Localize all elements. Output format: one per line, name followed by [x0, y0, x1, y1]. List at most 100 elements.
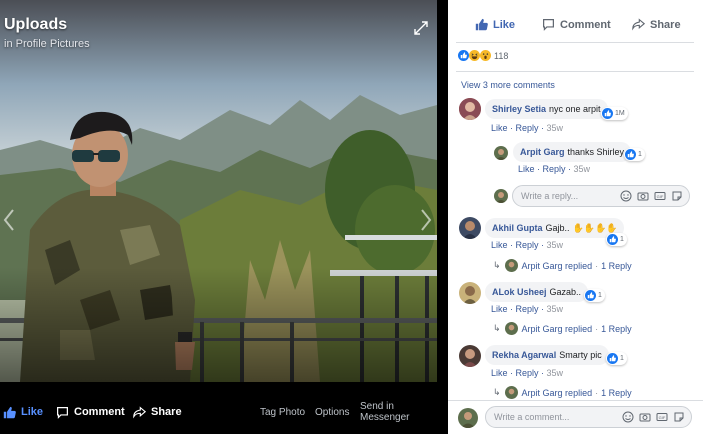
photo-album-subtitle[interactable]: in Profile Pictures — [4, 38, 90, 50]
reply-count-link[interactable]: 1 Reply — [601, 324, 632, 334]
photo[interactable] — [0, 0, 437, 382]
reply-count-link[interactable]: 1 Reply — [601, 388, 632, 398]
comment-like-link[interactable]: Like — [491, 123, 508, 133]
like-reaction-icon — [607, 234, 618, 245]
comment-timestamp[interactable]: 35w — [547, 368, 564, 378]
commenter-name[interactable]: Akhil Gupta — [492, 223, 543, 233]
reply-count-link[interactable]: 1 Reply — [601, 261, 632, 271]
sticker-icon[interactable] — [673, 411, 685, 423]
avatar — [458, 408, 478, 428]
comment-reaction-count: 1 — [598, 292, 602, 299]
replied-by-text: Arpit Garg replied — [521, 387, 593, 398]
view-more-comments-link[interactable]: View 3 more comments — [461, 80, 555, 90]
avatar[interactable] — [494, 146, 508, 160]
comment-input[interactable]: Write a comment... GIF — [485, 406, 692, 428]
options-link[interactable]: Options — [315, 407, 349, 418]
post-share-label: Share — [650, 18, 681, 31]
divider — [456, 42, 694, 43]
sticker-icon[interactable] — [671, 190, 683, 202]
replies-summary[interactable]: ↳ Arpit Garg replied · 1 Reply — [493, 322, 632, 335]
post-share-button[interactable]: Share — [632, 18, 681, 31]
comment-reaction-badge[interactable]: 1 — [624, 148, 645, 161]
comment-reply-link[interactable]: Reply — [516, 240, 539, 250]
avatar[interactable] — [459, 345, 481, 367]
next-photo-icon[interactable] — [419, 208, 433, 232]
commenter-name[interactable]: Rekha Agarwal — [492, 350, 556, 360]
send-in-messenger-link[interactable]: Send in Messenger — [360, 401, 437, 423]
commenter-name[interactable]: Arpit Garg — [520, 147, 565, 157]
reply-arrow-icon: ↳ — [493, 387, 501, 397]
reactions-summary[interactable]: 118 — [458, 50, 508, 61]
expand-icon[interactable] — [413, 20, 429, 36]
replies-summary[interactable]: ↳ Arpit Garg replied · 1 Reply — [493, 386, 632, 399]
comment-reply-link[interactable]: Reply — [543, 164, 566, 174]
reply-bubble: Arpit Garg thanks Shirley — [513, 142, 632, 162]
comment-meta: Like · Reply · 35w — [491, 368, 564, 378]
comment-timestamp[interactable]: 35w — [547, 304, 564, 314]
clapping-hands-emoji: ✋✋✋✋ — [572, 222, 618, 233]
comment-timestamp[interactable]: 35w — [547, 123, 564, 133]
comment-reply-link[interactable]: Reply — [516, 123, 539, 133]
photo-album-title[interactable]: Uploads — [4, 16, 67, 34]
avatar — [504, 259, 518, 272]
reply-input[interactable]: Write a reply... GIF — [512, 185, 690, 207]
like-reaction-icon — [585, 290, 596, 301]
wow-reaction-icon — [480, 50, 491, 61]
post-comment-button[interactable]: Comment — [542, 18, 611, 31]
comment-icon — [57, 406, 68, 419]
comment-text: Smarty pic — [559, 350, 602, 360]
comment-reaction-badge[interactable]: 1 — [606, 352, 627, 365]
comment-reaction-badge[interactable]: 1 — [584, 289, 605, 302]
photo-share-label: Share — [151, 406, 182, 418]
camera-icon[interactable] — [637, 190, 649, 202]
comment-meta: Like · Reply · 35w — [491, 240, 564, 250]
comment-like-link[interactable]: Like — [491, 304, 508, 314]
comment-timestamp[interactable]: 35w — [574, 164, 591, 174]
photo-share-button[interactable]: Share — [133, 405, 182, 419]
like-reaction-icon — [602, 108, 613, 119]
comment-text: nyc one arpit — [549, 104, 601, 114]
comment-bubble: Shirley Setia nyc one arpit — [485, 99, 608, 119]
avatar[interactable] — [459, 217, 481, 239]
post-like-button[interactable]: Like — [475, 18, 515, 31]
comment-like-link[interactable]: Like — [491, 368, 508, 378]
comment-reply-link[interactable]: Reply — [516, 304, 539, 314]
comment-reaction-count: 1 — [638, 151, 642, 158]
share-icon — [133, 405, 146, 418]
camera-icon[interactable] — [639, 411, 651, 423]
photo-comment-button[interactable]: Comment — [56, 406, 125, 419]
commenter-name[interactable]: Shirley Setia — [492, 104, 546, 114]
comment-timestamp[interactable]: 35w — [547, 240, 564, 250]
emoji-icon[interactable] — [620, 190, 632, 202]
post-like-label: Like — [493, 18, 516, 31]
reply-placeholder: Write a reply... — [521, 191, 579, 201]
photo-viewer: Uploads in Profile Pictures Like Comment… — [0, 0, 703, 434]
comment-reaction-badge[interactable]: 1M — [601, 107, 628, 120]
photo-like-label: Like — [21, 406, 44, 418]
thumbs-up-icon — [3, 406, 16, 418]
thumbs-up-icon — [475, 18, 488, 31]
comment-reaction-badge[interactable]: 1 — [606, 233, 627, 246]
comment-text: Gazab.. — [549, 287, 582, 297]
svg-text:GIF: GIF — [657, 194, 664, 199]
previous-photo-icon[interactable] — [2, 208, 16, 232]
comment-like-link[interactable]: Like — [491, 240, 508, 250]
like-reaction-icon — [625, 149, 636, 160]
avatar[interactable] — [459, 282, 481, 304]
replies-summary[interactable]: ↳ Arpit Garg replied · 1 Reply — [493, 259, 632, 272]
commenter-name[interactable]: ALok Usheej — [492, 287, 547, 297]
gif-icon[interactable]: GIF — [654, 190, 666, 202]
divider — [448, 400, 703, 401]
tag-photo-link[interactable]: Tag Photo — [260, 407, 305, 418]
haha-reaction-icon — [469, 50, 480, 61]
avatar[interactable] — [459, 98, 481, 120]
comment-bubble: Akhil Gupta Gajb.. ✋✋✋✋ — [485, 218, 625, 238]
comment-reply-link[interactable]: Reply — [516, 368, 539, 378]
comment-text: Gajb.. — [545, 223, 570, 233]
comment-like-link[interactable]: Like — [518, 164, 535, 174]
gif-icon[interactable]: GIF — [656, 411, 668, 423]
comment-bubble: Rekha Agarwal Smarty pic — [485, 345, 609, 365]
photo-like-button[interactable]: Like — [3, 406, 43, 419]
emoji-icon[interactable] — [622, 411, 634, 423]
photo-comment-label: Comment — [74, 406, 125, 418]
